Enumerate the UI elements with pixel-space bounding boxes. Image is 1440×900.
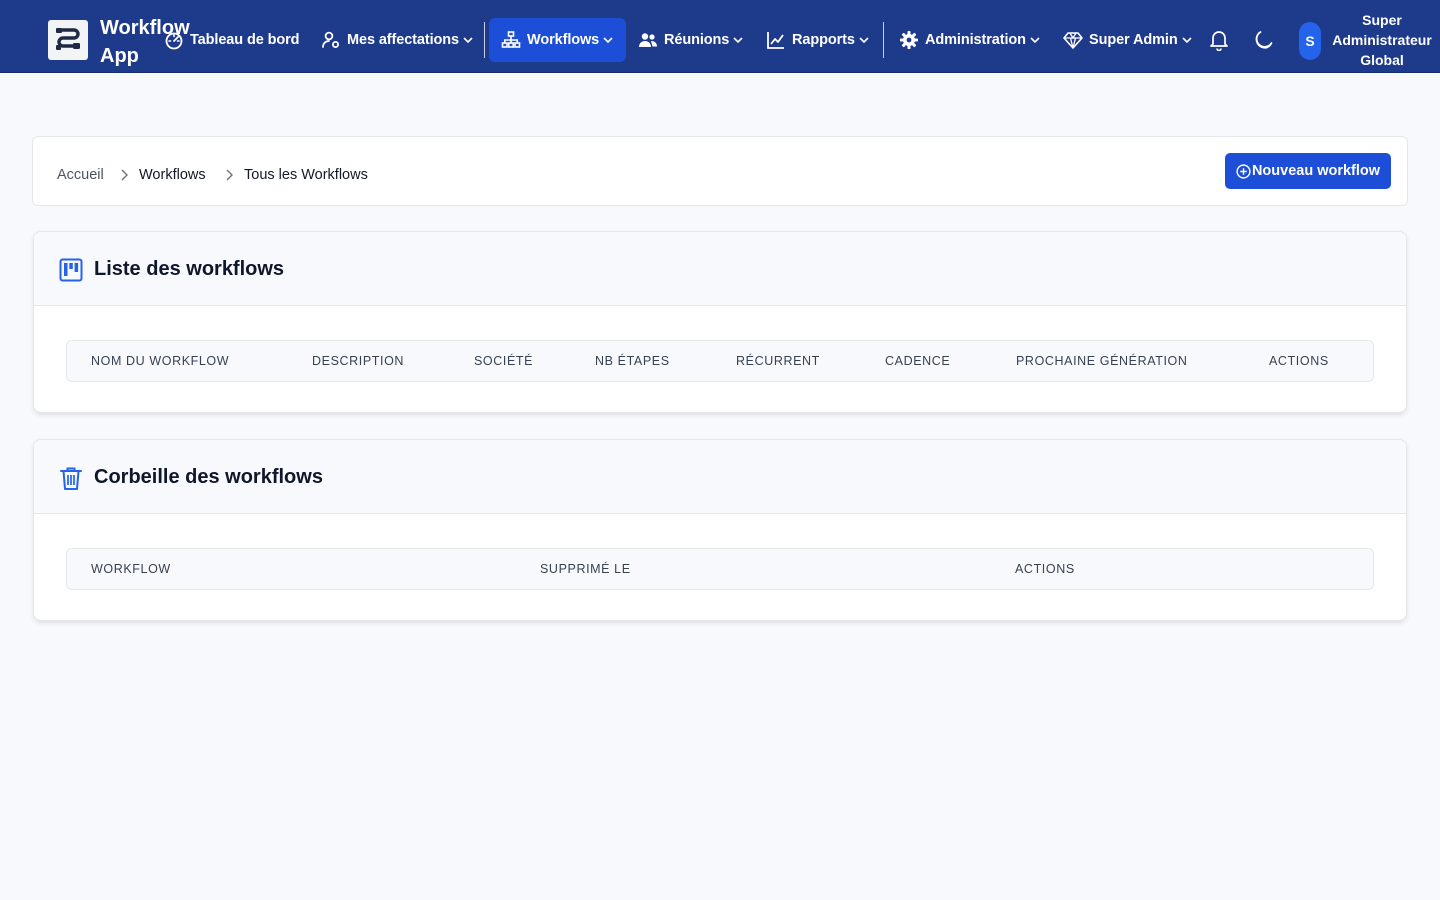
- gauge-icon: [165, 32, 183, 50]
- user-name-line1: Super: [1362, 12, 1402, 28]
- nav-super-admin[interactable]: Super Admin: [1063, 18, 1193, 62]
- workflow-logo-icon[interactable]: [48, 20, 88, 60]
- chevron-down-icon: [463, 37, 473, 44]
- nav-assignments[interactable]: Mes affectations: [321, 18, 474, 62]
- kanban-icon: [59, 258, 83, 282]
- nav-reports[interactable]: Rapports: [766, 18, 870, 62]
- chevron-down-icon: [603, 37, 613, 44]
- nav-meetings[interactable]: Réunions: [638, 18, 744, 62]
- breadcrumb-bar: Accueil Workflows Tous les Workflows Nou…: [32, 136, 1408, 206]
- nav-super-admin-label: Super Admin: [1089, 32, 1178, 48]
- column-header[interactable]: DESCRIPTION: [312, 354, 404, 368]
- user-name[interactable]: Super Administrateur Global: [1330, 10, 1434, 70]
- nav-administration-label: Administration: [925, 32, 1026, 48]
- trash-panel: Corbeille des workflows WORKFLOW SUPPRIM…: [33, 439, 1407, 621]
- new-workflow-label: Nouveau workflow: [1251, 163, 1381, 179]
- breadcrumb-home[interactable]: Accueil: [57, 167, 104, 183]
- trash-header: Corbeille des workflows: [34, 440, 1406, 514]
- users-icon: [639, 33, 657, 47]
- user-name-line2: Administrateur: [1332, 32, 1432, 48]
- workflow-list-title: Liste des workflows: [94, 258, 285, 280]
- nav-workflows[interactable]: Workflows: [489, 18, 627, 62]
- plus-circle-icon: [1236, 163, 1251, 179]
- user-name-line3: Global: [1360, 52, 1404, 68]
- chevron-right-icon: [226, 169, 233, 181]
- nav-dashboard-label: Tableau de bord: [190, 32, 300, 48]
- gem-icon: [1063, 32, 1083, 49]
- column-header[interactable]: PROCHAINE GÉNÉRATION: [1016, 354, 1188, 368]
- trash-icon: [60, 467, 82, 490]
- column-header[interactable]: NOM DU WORKFLOW: [91, 354, 229, 368]
- workflow-list-panel: Liste des workflows NOM DU WORKFLOW DESC…: [33, 231, 1407, 413]
- trash-table-header: WORKFLOW SUPPRIMÉ LE ACTIONS: [66, 548, 1374, 590]
- nav-divider: [484, 22, 485, 58]
- sitemap-icon: [501, 31, 521, 48]
- column-header[interactable]: CADENCE: [885, 354, 950, 368]
- new-workflow-button[interactable]: Nouveau workflow: [1225, 153, 1391, 189]
- gear-icon: [900, 31, 918, 49]
- column-header[interactable]: WORKFLOW: [91, 562, 171, 576]
- avatar-initial: S: [1305, 33, 1315, 49]
- chevron-down-icon: [1182, 37, 1192, 44]
- nav-meetings-label: Réunions: [664, 32, 730, 48]
- column-header[interactable]: SOCIÉTÉ: [474, 354, 533, 368]
- top-navbar: Workflow App Tableau de bord Mes affecta…: [0, 0, 1440, 73]
- moon-icon[interactable]: [1251, 28, 1275, 52]
- nav-workflows-label: Workflows: [527, 32, 600, 48]
- bell-icon[interactable]: [1207, 28, 1231, 52]
- column-header[interactable]: ACTIONS: [1269, 354, 1329, 368]
- breadcrumb-workflows[interactable]: Workflows: [139, 167, 206, 183]
- nav-assignments-label: Mes affectations: [347, 32, 460, 48]
- nav-dashboard[interactable]: Tableau de bord: [164, 18, 300, 62]
- column-header[interactable]: ACTIONS: [1015, 562, 1075, 576]
- breadcrumb-current: Tous les Workflows: [244, 167, 368, 183]
- workflow-list-header: Liste des workflows: [34, 232, 1406, 306]
- workflow-table-header: NOM DU WORKFLOW DESCRIPTION SOCIÉTÉ NB É…: [66, 340, 1374, 382]
- user-gear-icon: [322, 31, 339, 48]
- nav-administration[interactable]: Administration: [899, 18, 1041, 62]
- nav-divider: [883, 22, 884, 58]
- chart-line-icon: [767, 32, 784, 49]
- avatar[interactable]: S: [1299, 22, 1321, 60]
- chevron-down-icon: [859, 37, 869, 44]
- chevron-down-icon: [1030, 37, 1040, 44]
- nav-reports-label: Rapports: [792, 32, 855, 48]
- column-header[interactable]: SUPPRIMÉ LE: [540, 562, 631, 576]
- chevron-right-icon: [121, 169, 128, 181]
- chevron-down-icon: [733, 37, 743, 44]
- column-header[interactable]: RÉCURRENT: [736, 354, 820, 368]
- column-header[interactable]: NB ÉTAPES: [595, 354, 670, 368]
- trash-title: Corbeille des workflows: [94, 466, 323, 488]
